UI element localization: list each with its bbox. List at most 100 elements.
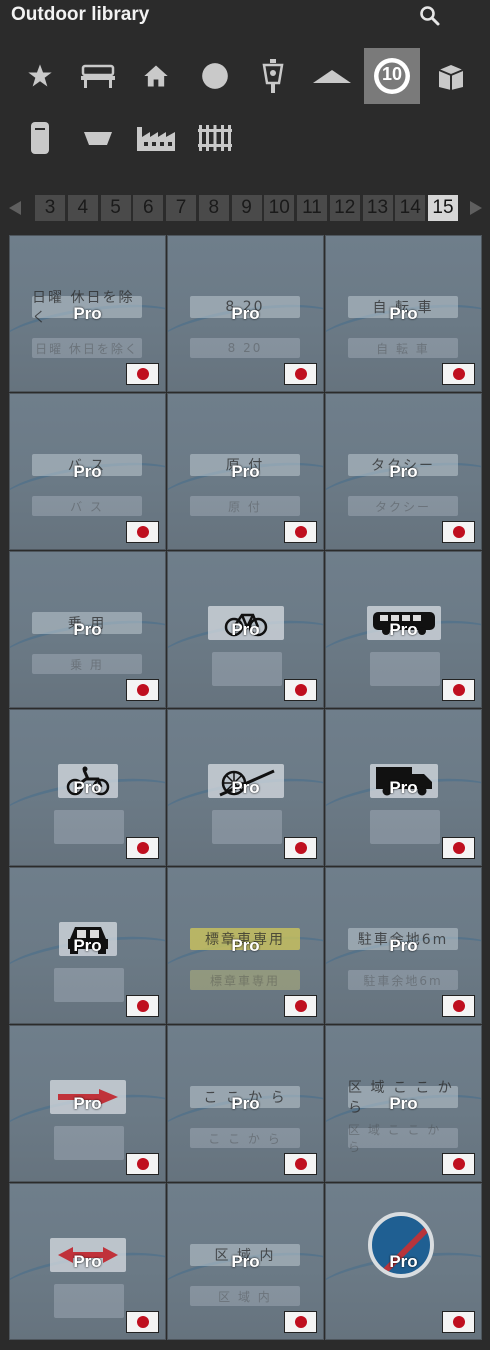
pro-badge: Pro [389, 1094, 418, 1113]
category-cylinder[interactable] [12, 110, 68, 166]
library-item-tile[interactable]: こ こ か らこ こ か ら Pro [167, 1025, 324, 1182]
library-item-tile[interactable]: 日曜 休日を除く 日曜 休日を除く Pro [9, 235, 166, 392]
category-box[interactable] [423, 48, 479, 104]
japan-flag-icon [126, 1153, 159, 1175]
pro-badge: Pro [73, 1252, 102, 1271]
library-item-tile[interactable]: Pro [167, 551, 324, 708]
pro-badge: Pro [231, 462, 260, 481]
library-item-tile[interactable]: Pro [9, 1025, 166, 1182]
japan-flag-icon [284, 521, 317, 543]
category-bench[interactable] [70, 48, 126, 104]
page-button[interactable]: 10 [264, 195, 295, 221]
library-item-tile[interactable]: Pro [325, 709, 482, 866]
sign-reflection: 日曜 休日を除く [32, 338, 142, 358]
library-item-tile[interactable]: Pro [9, 1183, 166, 1340]
japan-flag-icon [284, 363, 317, 385]
pro-badge: Pro [389, 304, 418, 323]
page-button[interactable]: 12 [329, 195, 360, 221]
cylinder-icon [31, 122, 49, 154]
factory-icon [137, 127, 175, 151]
japan-flag-icon [126, 521, 159, 543]
house-icon [144, 65, 168, 87]
japan-flag-icon [284, 995, 317, 1017]
library-item-tile[interactable]: Pro [325, 551, 482, 708]
category-fence[interactable] [187, 110, 243, 166]
page-button[interactable]: 14 [395, 195, 426, 221]
pro-badge: Pro [389, 1252, 418, 1271]
library-item-tile[interactable]: 乗 用乗 用 Pro [9, 551, 166, 708]
pro-badge: Pro [73, 1094, 102, 1113]
page-button[interactable]: 13 [362, 195, 393, 221]
japan-flag-icon [442, 1311, 475, 1333]
next-page-arrow-icon[interactable] [470, 201, 482, 215]
library-item-tile[interactable]: バ スバ ス Pro [9, 393, 166, 550]
library-title: Outdoor library [11, 4, 150, 25]
box-icon [438, 65, 464, 90]
planter-icon [84, 132, 112, 145]
category-roof[interactable] [304, 48, 360, 104]
library-item-tile[interactable]: Pro [167, 709, 324, 866]
search-icon[interactable] [418, 4, 442, 28]
pro-badge: Pro [73, 304, 102, 323]
sign-reflection: 区 域 こ こ か ら [348, 1123, 458, 1154]
pagination: 3 4 5 6 7 8 9 10 11 12 13 14 15 [0, 193, 490, 223]
sign-reflection: 自 転 車 [348, 338, 458, 358]
library-item-tile[interactable]: 駐車余地6m 駐車余地6m Pro [325, 867, 482, 1024]
page-button[interactable]: 3 [35, 195, 65, 221]
fence-icon [198, 125, 232, 151]
japan-flag-icon [284, 1153, 317, 1175]
japan-flag-icon [126, 1311, 159, 1333]
pro-badge: Pro [73, 620, 102, 639]
library-item-tile[interactable]: 区 域 内区 域 内 Pro [167, 1183, 324, 1340]
category-factory[interactable] [128, 110, 184, 166]
sign-reflection: 区 域 内 [190, 1286, 300, 1306]
library-item-tile[interactable]: Pro [9, 709, 166, 866]
pro-badge: Pro [231, 304, 260, 323]
japan-flag-icon [126, 679, 159, 701]
library-item-tile[interactable]: 区 域 こ こ か ら区 域 こ こ か ら Pro [325, 1025, 482, 1182]
page-button[interactable]: 15 [428, 195, 458, 221]
category-circle[interactable] [187, 48, 243, 104]
japan-flag-icon [284, 1311, 317, 1333]
library-item-tile[interactable]: 標章車専用 標章車専用 Pro [167, 867, 324, 1024]
sign-reflection [370, 652, 440, 686]
star-icon [28, 64, 52, 87]
page-button[interactable]: 5 [100, 195, 131, 221]
prev-page-arrow-icon[interactable] [9, 201, 21, 215]
category-lamp[interactable] [245, 48, 301, 104]
sign-reflection: 乗 用 [32, 654, 142, 674]
japan-flag-icon [442, 837, 475, 859]
japan-flag-icon [126, 837, 159, 859]
library-item-tile[interactable]: Pro [9, 867, 166, 1024]
sign-reflection: タクシー [348, 496, 458, 516]
page-button[interactable]: 11 [297, 195, 327, 221]
sign-reflection [54, 810, 124, 844]
japan-flag-icon [284, 837, 317, 859]
page-button[interactable]: 7 [166, 195, 196, 221]
page-button[interactable]: 4 [67, 195, 98, 221]
category-house[interactable] [128, 48, 184, 104]
pro-badge: Pro [389, 620, 418, 639]
pro-badge: Pro [73, 936, 102, 955]
category-star[interactable] [12, 48, 68, 104]
page-button[interactable]: 9 [231, 195, 262, 221]
page-button[interactable]: 8 [198, 195, 229, 221]
japan-flag-icon [284, 679, 317, 701]
page-button[interactable]: 6 [133, 195, 164, 221]
category-traffic-sign[interactable]: 10 [364, 48, 420, 104]
library-item-tile[interactable]: 自 転 車自 転 車 Pro [325, 235, 482, 392]
sign-reflection: 8 20 [190, 338, 300, 358]
sign-reflection [54, 1126, 124, 1160]
category-planter[interactable] [70, 110, 126, 166]
pro-badge: Pro [231, 936, 260, 955]
library-item-tile[interactable]: Pro [325, 1183, 482, 1340]
library-item-tile[interactable]: 8 20 8 20 Pro [167, 235, 324, 392]
library-item-tile[interactable]: 原 付原 付 Pro [167, 393, 324, 550]
sign-reflection: こ こ か ら [190, 1128, 300, 1148]
sign-reflection: 標章車専用 [190, 970, 300, 990]
bench-icon [81, 64, 115, 88]
library-item-tile[interactable]: タクシー タクシー Pro [325, 393, 482, 550]
sign-reflection [54, 1284, 124, 1318]
pro-badge: Pro [231, 620, 260, 639]
japan-flag-icon [442, 521, 475, 543]
